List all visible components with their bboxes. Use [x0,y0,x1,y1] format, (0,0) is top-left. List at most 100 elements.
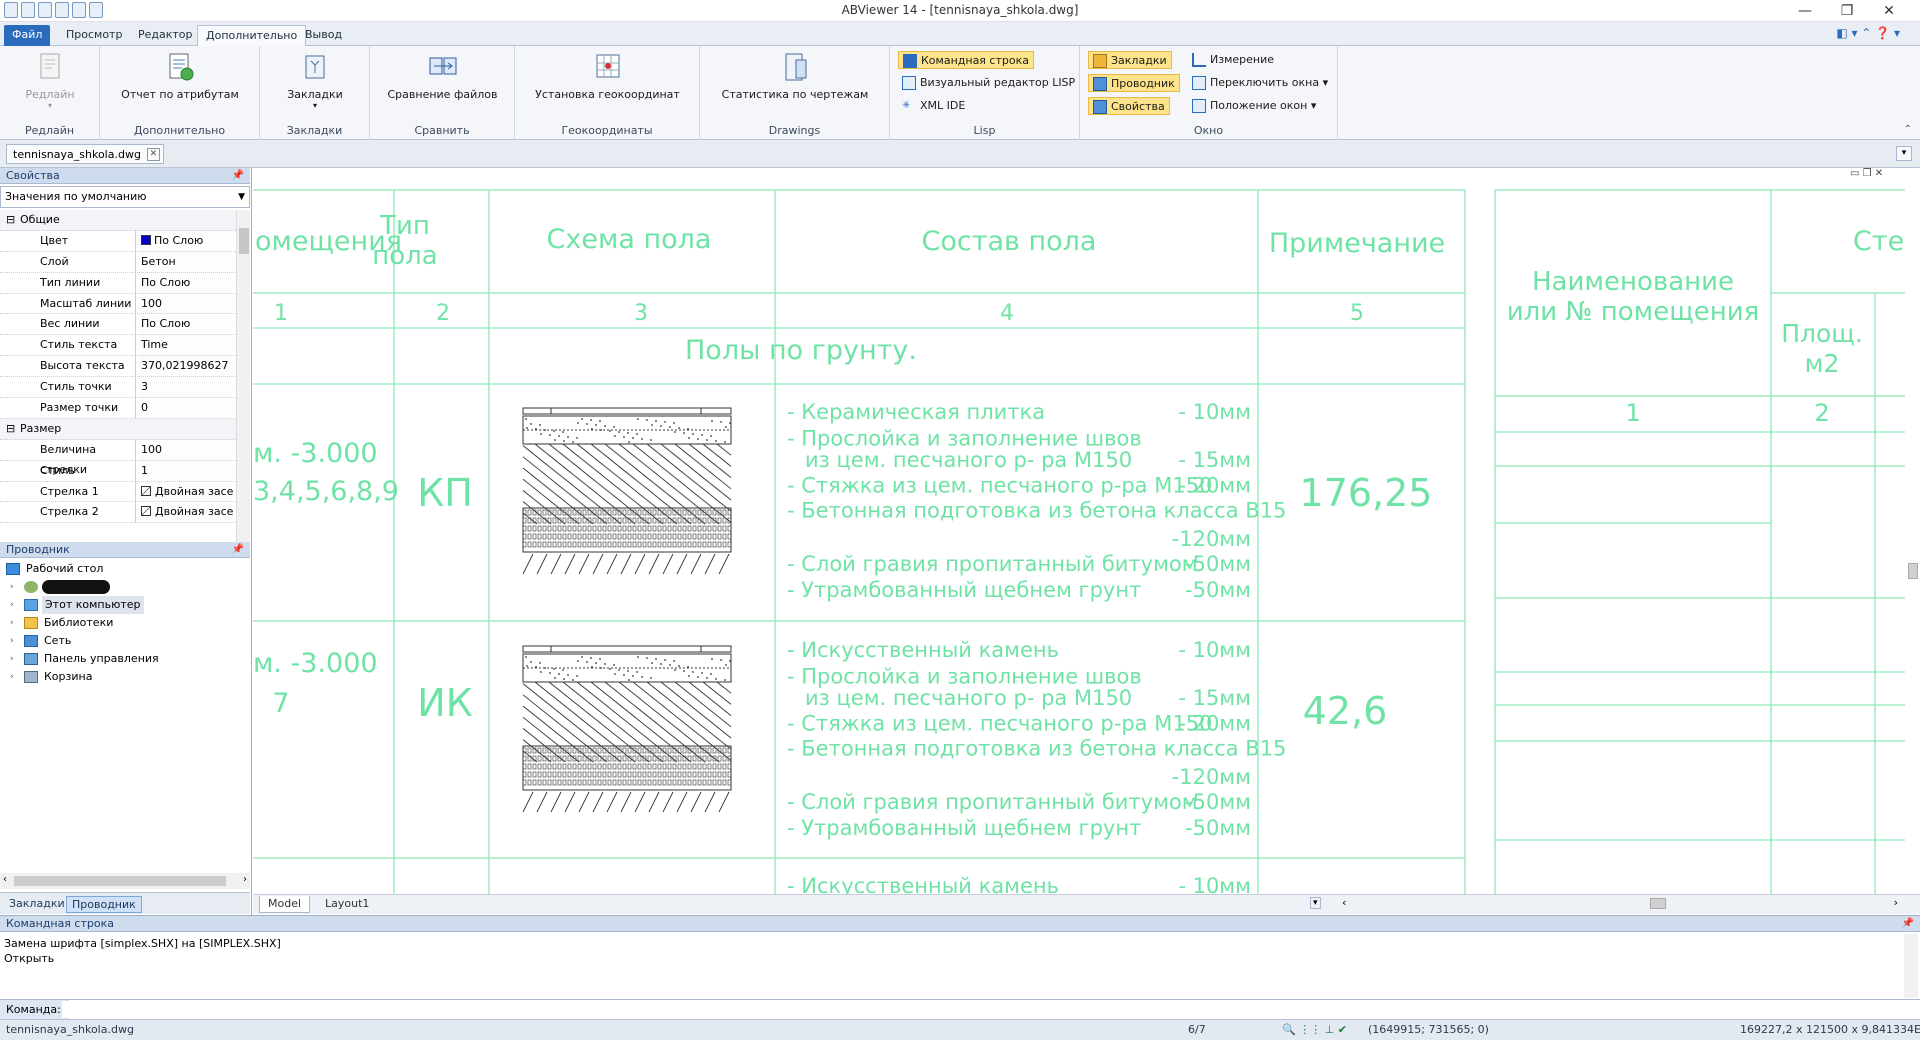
pin-icon[interactable]: 📌 [232,542,244,558]
scroll-left-icon[interactable]: ‹ [3,874,7,885]
attribute-report-button[interactable]: Отчет по атрибутам [110,52,250,101]
pin-icon[interactable]: 📌 [1902,916,1914,932]
hatch-mark [604,663,606,665]
property-value[interactable]: Time [137,335,233,356]
property-value[interactable]: 100 [137,439,233,460]
bookmarks-panel-toggle[interactable]: Закладки [1088,51,1172,69]
property-name: Стрелка 2 [0,502,136,523]
property-value[interactable]: По Слою [137,272,233,293]
expand-icon[interactable]: › [10,578,14,596]
expand-icon[interactable]: › [10,614,14,632]
explorer-panel-toggle[interactable]: Проводник [1088,74,1180,92]
property-row[interactable]: Вес линии По Слою [0,314,236,336]
maximize-button[interactable]: ❐ [1826,0,1868,22]
property-row[interactable]: Величина стрелки 100 [0,439,236,476]
set-geocoordinates-button[interactable]: Установка геокоординат [525,52,690,101]
property-value[interactable]: По Слою [137,230,233,251]
property-value[interactable]: 0 [137,398,233,418]
expand-icon[interactable]: › [10,650,14,668]
property-row[interactable]: Цвет По Слою [0,230,236,252]
redline-button[interactable]: Редлайн ▾ [14,52,86,110]
tab-extra[interactable]: Дополнительно [197,25,307,46]
hatch-mark [612,763,617,770]
measure-button[interactable]: Измерение [1188,51,1278,69]
minimize-button[interactable]: — [1784,0,1826,22]
layouts-dropdown-icon[interactable]: ▾ [1310,897,1321,909]
scroll-left-icon[interactable]: ‹ [1342,896,1346,909]
property-value[interactable]: Бетон [137,251,233,272]
command-line-toggle[interactable]: Командная строка [898,51,1034,69]
compare-files-button[interactable]: Сравнение файлов [380,52,505,101]
property-value[interactable]: 100 [137,293,233,314]
property-row[interactable]: Стрелка 1 Двойная засе [0,481,236,503]
tab-output[interactable]: Вывод [297,25,350,46]
command-scrollbar[interactable] [1904,934,1918,998]
tab-model[interactable]: Model [259,896,311,913]
hatch-mark [688,675,690,677]
drawing-vscrollbar[interactable] [1905,168,1920,894]
visual-lisp-editor-button[interactable]: Визуальный редактор LISP [898,74,1079,92]
property-row[interactable]: Слой Бетон [0,251,236,273]
property-value-text: 370,021998627 [141,359,229,373]
property-row[interactable]: Стрелка 2 Двойная засе [0,502,236,524]
property-value[interactable]: По Слою [137,314,233,335]
drawing-hscrollbar[interactable]: ‹ › [1340,896,1900,911]
property-row[interactable]: Стиль 1 [0,460,236,482]
property-row[interactable]: Стиль текста Time [0,335,236,357]
tab-file[interactable]: Файл [4,25,51,46]
properties-panel-toggle[interactable]: Свойства [1088,97,1170,115]
command-line-label: Командная строка [921,54,1029,67]
close-tab-icon[interactable]: ✕ [146,148,160,161]
hatch-mark [662,517,667,524]
property-value[interactable]: Двойная засе [137,481,233,502]
tab-view[interactable]: Просмотр [58,25,130,46]
tabs-dropdown-icon[interactable]: ▾ [1896,146,1912,161]
bookmarks-button[interactable]: Закладки ▾ [275,52,355,110]
hatch-mark [637,656,639,658]
pin-icon[interactable]: 📌 [232,168,244,184]
property-value[interactable]: Двойная засе [137,502,233,523]
collapse-ribbon-icon[interactable]: ⌃ [1904,124,1912,135]
tab-bookmarks[interactable]: Закладки [4,896,70,913]
hatch-mark [542,533,547,540]
close-button[interactable]: ✕ [1868,0,1910,22]
property-row[interactable]: Размер точки 0 [0,398,236,419]
drawing-window-controls[interactable]: ▭ ❐ ✕ [1850,168,1905,182]
xml-ide-button[interactable]: ✳ XML IDE [898,97,969,115]
drawing-canvas[interactable]: омещения Тип пола Схема пола Состав пола… [253,168,1905,894]
layer-description: из цем. песчаного р- ра М150 [805,686,1132,710]
property-category[interactable]: Размер [0,418,236,440]
hatch-mark [620,553,632,575]
snap-icons[interactable]: 🔍 ⋮⋮ ⊥ ✔ [1282,1023,1347,1036]
tab-layout1[interactable]: Layout1 [317,896,377,913]
expand-icon[interactable]: › [10,596,14,614]
hatch-mark [592,791,604,813]
scroll-right-icon[interactable]: › [243,874,247,885]
document-tab[interactable]: tennisnaya_shkola.dwg ✕ [6,144,164,164]
command-input[interactable] [62,1001,1912,1018]
property-value[interactable]: 1 [137,460,233,481]
network-icon [24,635,38,647]
explorer-hscrollbar[interactable]: ‹ › [0,873,250,889]
property-value[interactable]: 370,021998627 [137,356,233,377]
tab-editor[interactable]: Редактор [130,25,201,46]
hatch-mark [581,418,583,420]
property-category[interactable]: Общие [0,210,236,231]
property-row[interactable]: Масштаб линии 100 [0,293,236,315]
properties-preset-select[interactable]: Значения по умолчанию ▼ [0,186,250,208]
help-icon[interactable]: ◧ ▾ ⌃ ❓ ▾ [1836,26,1900,40]
tab-explorer[interactable]: Проводник [66,896,142,913]
scroll-right-icon[interactable]: › [1894,896,1898,909]
property-value[interactable]: 3 [137,377,233,398]
drawing-statistics-button[interactable]: Статистика по чертежам [710,52,880,101]
property-row[interactable]: Высота текста 370,021998627 [0,356,236,378]
property-row[interactable]: Тип линии По Слою [0,272,236,294]
expand-icon[interactable]: › [10,668,14,686]
switch-windows-button[interactable]: Переключить окна ▾ [1188,74,1332,92]
hatch-mark [637,525,642,532]
hatch-mark [627,525,632,532]
property-row[interactable]: Стиль точки 3 [0,377,236,399]
window-position-button[interactable]: Положение окон ▾ [1188,97,1320,115]
expand-icon[interactable]: › [10,632,14,650]
properties-scrollbar[interactable] [236,210,250,546]
